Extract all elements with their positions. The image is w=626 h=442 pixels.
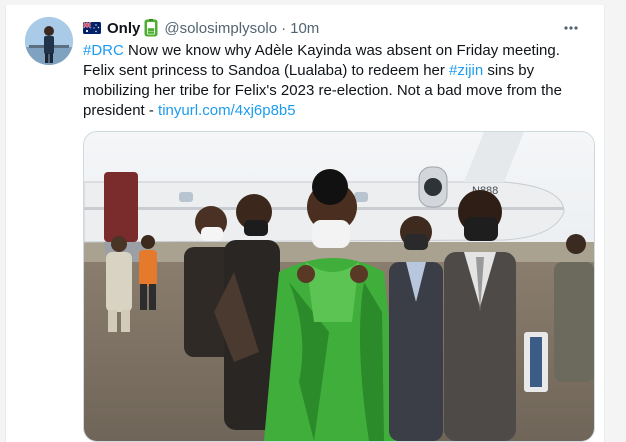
tweet-media-photo[interactable]: N888 <box>83 131 595 442</box>
tweet-text-line-3: mobilizing her tribe for Felix's 2023 re… <box>83 82 562 99</box>
hashtag-drc[interactable]: #DRC <box>83 42 124 59</box>
author-avatar[interactable] <box>25 17 73 65</box>
tweet-text-segment: Felix sent princess to Sandoa (Lualaba) … <box>83 62 450 79</box>
tweet-link[interactable]: tinyurl.com/4xj6p8b5 <box>158 102 296 119</box>
more-options-icon[interactable] <box>560 17 582 39</box>
tweet-text: #DRC Now we know why Adèle Kayinda was a… <box>83 41 593 121</box>
tweet-text-segment: president - <box>83 102 159 119</box>
tweet-card[interactable]: Only @solosimplysolo · 10m #DRC Now we k… <box>5 5 605 442</box>
tweet-text-line-1: #DRC Now we know why Adèle Kayinda was a… <box>83 41 593 61</box>
author-display-name[interactable]: Only <box>107 20 140 37</box>
header-separator: · <box>281 19 287 37</box>
hashtag-zijin[interactable]: #zijin <box>449 62 483 79</box>
tweet-text-segment: sins by <box>483 62 535 79</box>
battery-icon <box>144 19 158 37</box>
tweet-text-segment: Now we know why Adèle Kayinda was absent… <box>123 42 560 59</box>
tweet-timestamp[interactable]: 10m <box>290 20 319 37</box>
author-handle[interactable]: @solosimplysolo <box>164 20 277 37</box>
tweet-text-line-4: president - tinyurl.com/4xj6p8b5 <box>83 101 593 121</box>
tweet-text-line-2: Felix sent princess to Sandoa (Lualaba) … <box>83 61 593 81</box>
tweet-header: Only @solosimplysolo · 10m <box>83 17 592 39</box>
australia-flag-icon <box>83 22 101 34</box>
